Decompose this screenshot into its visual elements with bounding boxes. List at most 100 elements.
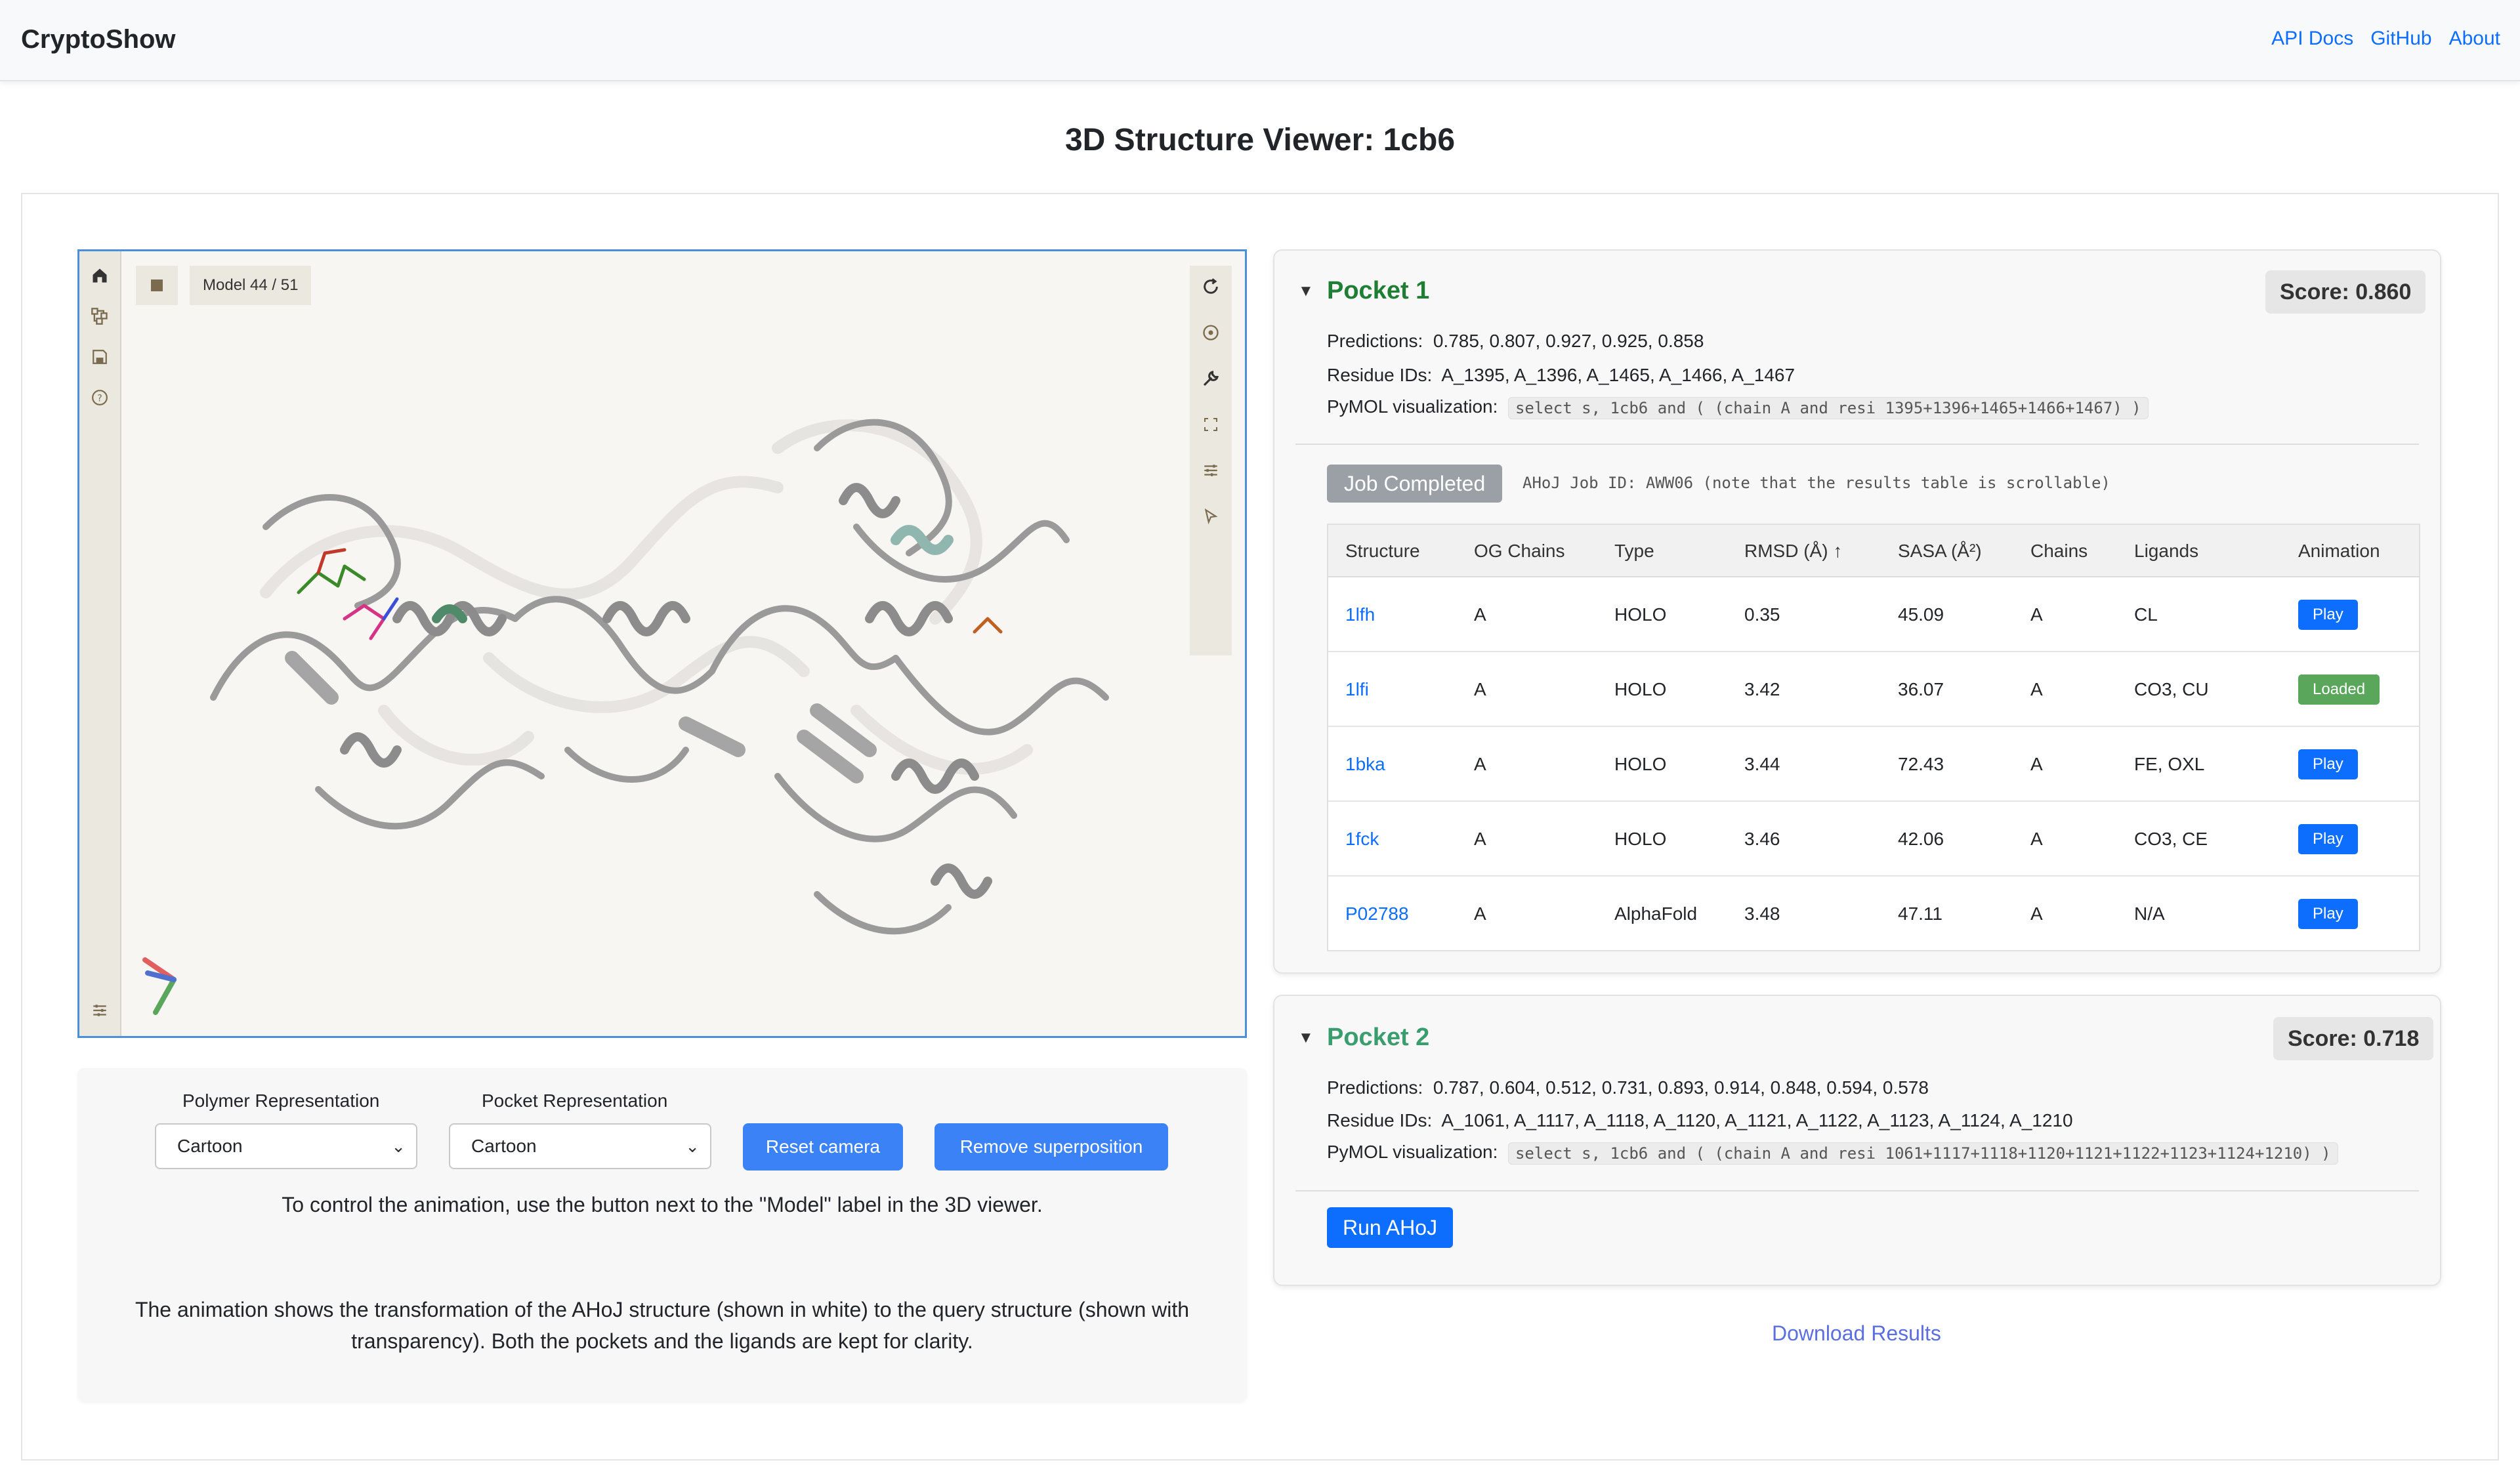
col-og-chains[interactable]: OG Chains <box>1474 525 1565 577</box>
table-row: 1lfi A HOLO 3.42 36.07 A CO3, CU Loaded <box>1328 652 2419 727</box>
type-cell: HOLO <box>1614 679 1667 699</box>
col-type[interactable]: Type <box>1614 525 1654 577</box>
chevron-down-icon: ⌄ <box>391 1136 406 1156</box>
remove-superposition-button[interactable]: Remove superposition <box>934 1123 1168 1171</box>
brand-logo[interactable]: CryptoShow <box>21 25 176 54</box>
pocket-1-predictions: Predictions: 0.785, 0.807, 0.927, 0.925,… <box>1327 331 1704 352</box>
pocket-1-title[interactable]: Pocket 1 <box>1327 277 1429 305</box>
chains-cell: A <box>2030 903 2043 924</box>
table-row: 1bka A HOLO 3.44 72.43 A FE, OXL Play <box>1328 727 2419 802</box>
job-id-text: AHoJ Job ID: AWW06 (note that the result… <box>1522 474 2110 492</box>
chains-cell: A <box>2030 679 2043 699</box>
og-chains-cell: A <box>1474 903 1486 924</box>
type-cell: HOLO <box>1614 754 1667 774</box>
results-table[interactable]: Structure OG Chains Type RMSD (Å) ↑ SASA… <box>1327 524 2420 951</box>
type-cell: AlphaFold <box>1614 903 1698 924</box>
structure-link[interactable]: P02788 <box>1345 877 1409 951</box>
nav-link-api-docs[interactable]: API Docs <box>2271 28 2353 50</box>
og-chains-cell: A <box>1474 754 1486 774</box>
predictions-label: Predictions: <box>1327 1077 1423 1098</box>
predictions-values: 0.785, 0.807, 0.927, 0.925, 0.858 <box>1433 331 1704 351</box>
divider <box>1295 1190 2419 1191</box>
type-cell: HOLO <box>1614 829 1667 849</box>
svg-text:?: ? <box>97 393 102 404</box>
pocket-1-score: Score: 0.860 <box>2265 270 2426 314</box>
structure-link[interactable]: 1bka <box>1345 727 1385 802</box>
chains-cell: A <box>2030 604 2043 625</box>
ligands-cell: FE, OXL <box>2134 754 2205 774</box>
residues-values: A_1395, A_1396, A_1465, A_1466, A_1467 <box>1441 365 1796 385</box>
home-icon[interactable] <box>89 264 111 287</box>
col-ligands[interactable]: Ligands <box>2134 525 2198 577</box>
rmsd-cell: 0.35 <box>1744 604 1780 625</box>
nav-link-github[interactable]: GitHub <box>2370 28 2431 50</box>
structure-link[interactable]: 1lfi <box>1345 652 1369 727</box>
col-animation[interactable]: Animation <box>2298 525 2380 577</box>
pocket-2-pymol: PyMOL visualization: select s, 1cb6 and … <box>1327 1142 2338 1165</box>
ligands-cell: CO3, CE <box>2134 829 2208 849</box>
predictions-values: 0.787, 0.604, 0.512, 0.731, 0.893, 0.914… <box>1433 1077 1929 1098</box>
collapse-triangle-icon[interactable]: ▼ <box>1298 282 1314 300</box>
residues-values: A_1061, A_1117, A_1118, A_1120, A_1121, … <box>1441 1110 2073 1130</box>
predictions-label: Predictions: <box>1327 331 1423 351</box>
table-row: 1fck A HOLO 3.46 42.06 A CO3, CE Play <box>1328 802 2419 877</box>
play-button[interactable]: Play <box>2298 899 2358 929</box>
play-button[interactable]: Play <box>2298 600 2358 630</box>
nav-links: API Docs GitHub About <box>2271 28 2500 50</box>
structure-link[interactable]: 1lfh <box>1345 577 1375 652</box>
sasa-cell: 36.07 <box>1898 679 1944 699</box>
nav-link-about[interactable]: About <box>2449 28 2500 50</box>
pocket-representation-label: Pocket Representation <box>482 1090 668 1111</box>
collapse-triangle-icon[interactable]: ▼ <box>1298 1029 1314 1047</box>
chains-cell: A <box>2030 754 2043 774</box>
rmsd-cell: 3.46 <box>1744 829 1780 849</box>
table-row: P02788 A AlphaFold 3.48 47.11 A N/A Play <box>1328 877 2419 951</box>
pocket-2-title[interactable]: Pocket 2 <box>1327 1024 1429 1052</box>
col-sasa[interactable]: SASA (Å²) <box>1898 525 1982 577</box>
ligands-cell: CL <box>2134 604 2158 625</box>
protein-structure-render <box>142 419 1109 1015</box>
ligands-cell: CO3, CU <box>2134 679 2209 699</box>
structure-link[interactable]: 1fck <box>1345 802 1379 877</box>
reset-camera-button[interactable]: Reset camera <box>743 1123 903 1171</box>
play-button[interactable]: Play <box>2298 749 2358 779</box>
structure-tree-icon[interactable] <box>89 305 111 327</box>
rmsd-cell: 3.44 <box>1744 754 1780 774</box>
viewer-left-toolbar: ? <box>79 251 121 1036</box>
sasa-cell: 42.06 <box>1898 829 1944 849</box>
og-chains-cell: A <box>1474 604 1486 625</box>
pymol-label: PyMOL visualization: <box>1327 396 1498 417</box>
pocket-1-residues: Residue IDs: A_1395, A_1396, A_1465, A_1… <box>1327 365 1795 386</box>
pocket-representation-select[interactable]: Cartoon ⌄ <box>449 1123 711 1169</box>
animation-description-line-1: The animation shows the transformation o… <box>135 1298 1190 1321</box>
rmsd-cell: 3.48 <box>1744 903 1780 924</box>
sasa-cell: 72.43 <box>1898 754 1944 774</box>
pymol-command[interactable]: select s, 1cb6 and ( (chain A and resi 1… <box>1507 396 2149 419</box>
type-cell: HOLO <box>1614 604 1667 625</box>
chevron-down-icon: ⌄ <box>685 1136 700 1156</box>
residues-label: Residue IDs: <box>1327 1110 1433 1130</box>
col-rmsd[interactable]: RMSD (Å) ↑ <box>1744 525 1842 577</box>
molstar-3d-viewer[interactable]: ? Model 44 / 51 <box>77 249 1247 1038</box>
polymer-representation-label: Polymer Representation <box>182 1090 380 1111</box>
pymol-command[interactable]: select s, 1cb6 and ( (chain A and resi 1… <box>1507 1142 2338 1165</box>
polymer-representation-select[interactable]: Cartoon ⌄ <box>155 1123 417 1169</box>
play-button[interactable]: Play <box>2298 824 2358 854</box>
download-results-link[interactable]: Download Results <box>1772 1321 1941 1346</box>
run-ahoj-button[interactable]: Run AHoJ <box>1327 1207 1454 1248</box>
og-chains-cell: A <box>1474 829 1486 849</box>
animation-hint: To control the animation, use the button… <box>282 1193 1043 1216</box>
rmsd-cell: 3.42 <box>1744 679 1780 699</box>
pocket-2-score: Score: 0.718 <box>2273 1017 2434 1060</box>
pocket-1-pymol: PyMOL visualization: select s, 1cb6 and … <box>1327 396 2149 419</box>
animation-description-line-2: transparency). Both the pockets and the … <box>351 1329 973 1353</box>
loaded-badge[interactable]: Loaded <box>2298 674 2380 705</box>
job-status-badge: Job Completed <box>1327 465 1503 503</box>
settings-icon[interactable] <box>89 999 111 1022</box>
save-icon[interactable] <box>89 346 111 368</box>
navbar: CryptoShow API Docs GitHub About <box>0 0 2520 81</box>
col-structure[interactable]: Structure <box>1345 525 1420 577</box>
table-row: 1lfh A HOLO 0.35 45.09 A CL Play <box>1328 577 2419 652</box>
col-chains[interactable]: Chains <box>2030 525 2088 577</box>
help-icon[interactable]: ? <box>89 386 111 409</box>
